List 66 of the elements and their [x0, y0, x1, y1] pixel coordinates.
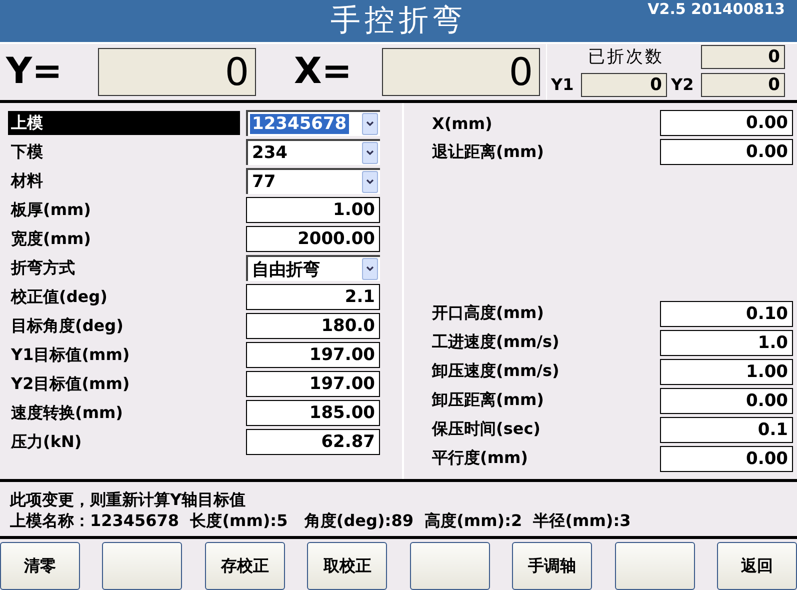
- parameter-label[interactable]: 目标角度(deg): [8, 314, 240, 338]
- parameter-label: 平行度(mm): [432, 448, 529, 470]
- y-position-display: 0: [98, 48, 256, 96]
- dropdown-field[interactable]: 77: [246, 168, 380, 194]
- input-field[interactable]: 0.10: [660, 300, 793, 327]
- parameter-label: 卸压速度(mm/s): [432, 361, 560, 382]
- parameter-label[interactable]: 上模: [8, 111, 240, 136]
- caret-icon: [362, 113, 378, 136]
- function-button[interactable]: 清零: [0, 542, 80, 590]
- input-field[interactable]: 2.1: [246, 284, 380, 310]
- input-field[interactable]: 0.1: [660, 416, 793, 443]
- input-field[interactable]: 185.00: [246, 400, 380, 426]
- parameter-label: 开口高度(mm): [432, 303, 545, 324]
- y2-label: Y2: [670, 75, 695, 94]
- input-field[interactable]: 62.87: [246, 429, 380, 456]
- input-field[interactable]: 1.00: [246, 197, 380, 224]
- input-field[interactable]: 1.00: [660, 358, 793, 385]
- input-field[interactable]: 0.00: [660, 110, 793, 136]
- caret-icon: [362, 171, 378, 194]
- parameter-label[interactable]: 压力(kN): [8, 430, 240, 454]
- dropdown-field[interactable]: 12345678: [246, 110, 380, 136]
- parameter-label[interactable]: 折弯方式: [8, 256, 240, 280]
- input-field[interactable]: 2000.00: [246, 226, 380, 252]
- blank-button[interactable]: [614, 542, 695, 590]
- parameter-label[interactable]: 速度转换(mm): [8, 401, 240, 426]
- function-button[interactable]: 取校正: [307, 542, 388, 590]
- input-field[interactable]: 0.00: [660, 388, 793, 414]
- parameter-label[interactable]: 宽度(mm): [8, 227, 240, 252]
- parameter-label: 保压时间(sec): [432, 419, 542, 440]
- input-field[interactable]: 197.00: [246, 371, 380, 398]
- function-button[interactable]: 返回: [716, 542, 797, 590]
- input-field[interactable]: 1.0: [660, 330, 793, 356]
- parameter-label: 卸压距离(mm): [432, 390, 545, 412]
- y1-label: Y1: [551, 75, 575, 94]
- x-position-display: 0: [382, 48, 540, 96]
- die-info-text: 上模名称：12345678 长度(mm):5 角度(deg):89 高度(mm):2 半径(mm):3: [10, 511, 632, 532]
- function-button[interactable]: 手调轴: [512, 542, 592, 590]
- y-axis-label: Y=: [4, 51, 64, 92]
- input-field[interactable]: 0.00: [660, 446, 793, 472]
- y1-display: 0: [581, 72, 667, 97]
- parameter-label: 工进速度(mm/s): [432, 332, 560, 354]
- blank-button[interactable]: [410, 542, 490, 590]
- x-axis-label: X=: [293, 51, 353, 92]
- parameter-label[interactable]: 校正值(deg): [8, 285, 240, 310]
- y2-display: 0: [701, 72, 785, 97]
- blank-button[interactable]: [102, 542, 182, 590]
- parameter-label[interactable]: Y1目标值(mm): [8, 343, 240, 368]
- input-field[interactable]: 180.0: [246, 313, 380, 340]
- parameter-label[interactable]: Y2目标值(mm): [8, 372, 240, 396]
- version-label: V2.5 201400813: [648, 0, 785, 18]
- parameter-label[interactable]: 材料: [8, 169, 240, 194]
- caret-icon: [362, 142, 378, 164]
- dropdown-field[interactable]: 234: [246, 139, 380, 166]
- parameter-label: 退让距离(mm): [432, 142, 545, 163]
- caret-icon: [362, 258, 378, 280]
- hint-message: 此项变更，则重新计算Y轴目标值: [10, 490, 247, 512]
- dropdown-field[interactable]: 自由折弯: [246, 255, 380, 282]
- function-button[interactable]: 存校正: [204, 542, 285, 590]
- window-title: 手控折弯: [330, 2, 466, 40]
- parameter-label[interactable]: 下模: [8, 140, 240, 164]
- input-field[interactable]: 0.00: [660, 139, 793, 166]
- parameter-label: X(mm): [432, 114, 494, 133]
- bend-count-display: 0: [701, 44, 785, 69]
- parameter-label[interactable]: 板厚(mm): [8, 198, 240, 222]
- input-field[interactable]: 197.00: [246, 342, 380, 368]
- bend-count-label: 已折次数: [587, 46, 665, 68]
